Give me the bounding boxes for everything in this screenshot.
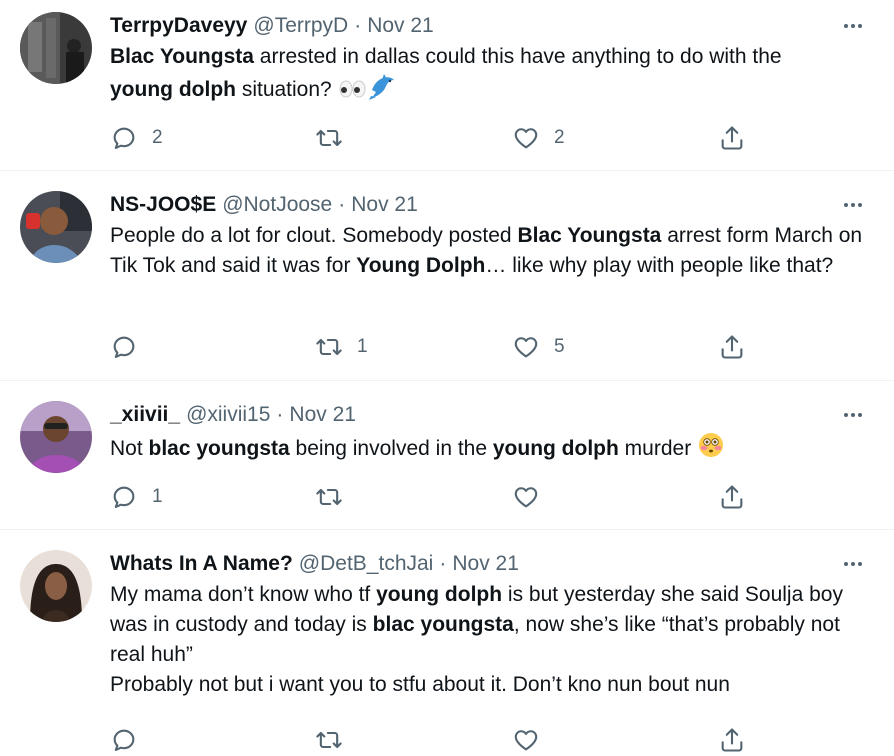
avatar[interactable] [20, 401, 92, 473]
tweet-actions: 2 2 [110, 122, 760, 154]
tweet-text: Not blac youngsta being involved in the … [110, 431, 874, 468]
retweet-icon [316, 338, 342, 356]
dolphin-emoji [368, 72, 398, 109]
tweet-text: People do a lot for clout. Somebody post… [110, 221, 874, 281]
retweet-icon [316, 129, 342, 147]
like-count: 5 [554, 336, 565, 357]
tweet-date[interactable]: Nov 21 [289, 401, 356, 429]
share-button[interactable] [718, 122, 746, 154]
avatar[interactable] [20, 191, 92, 263]
tweet-actions: 1 [110, 481, 760, 513]
user-handle[interactable]: @xiivii15 [186, 401, 270, 429]
reply-button[interactable] [110, 331, 152, 363]
tweet-header: Whats In A Name? @DetB_tchJai · Nov 21 [110, 550, 874, 578]
tweet-date[interactable]: Nov 21 [351, 191, 418, 219]
like-icon [514, 337, 538, 358]
avatar[interactable] [20, 12, 92, 84]
separator-dot: · [276, 403, 284, 426]
text-plain: … like why play with people like that? [485, 254, 834, 277]
display-name[interactable]: Whats In A Name? [110, 550, 293, 578]
avatar[interactable] [20, 550, 92, 622]
user-handle[interactable]: @NotJoose [222, 191, 332, 219]
tweet-actions: 1 5 [110, 331, 760, 363]
tweet-header: NS-JOO$E @NotJoose · Nov 21 [110, 191, 874, 219]
text-plain: People do a lot for clout. Somebody post… [110, 224, 518, 247]
share-button[interactable] [718, 724, 746, 756]
text-plain: being involved in the [289, 437, 493, 460]
share-icon [721, 126, 743, 150]
more-icon[interactable] [838, 401, 868, 429]
user-handle[interactable]: @TerrpyD [253, 12, 348, 40]
reply-icon [113, 336, 135, 358]
display-name[interactable]: TerrpyDaveyy [110, 12, 247, 40]
text-plain: arrested in dallas could this have anyth… [253, 45, 782, 68]
tweet[interactable]: _xiivii_ @xiivii15 · Nov 21 Not blac you… [0, 381, 894, 530]
reply-button[interactable]: 2 [110, 122, 163, 154]
like-icon [514, 730, 538, 751]
separator-dot: · [439, 552, 447, 575]
reply-icon [113, 729, 135, 751]
user-handle[interactable]: @DetB_tchJai [299, 550, 434, 578]
tweet[interactable]: TerrpyDaveyy @TerrpyD · Nov 21 Blac Youn… [0, 0, 894, 171]
share-icon [721, 728, 743, 752]
like-count: 2 [554, 127, 565, 148]
tweet-date[interactable]: Nov 21 [367, 12, 434, 40]
share-button[interactable] [718, 331, 746, 363]
more-icon[interactable] [838, 550, 868, 578]
reply-button[interactable] [110, 724, 138, 756]
separator-dot: · [338, 193, 346, 216]
like-button[interactable]: 2 [512, 122, 565, 154]
eyes-emoji [338, 78, 368, 109]
separator-dot: · [354, 14, 362, 37]
text-plain: My mama don’t know who tf [110, 583, 377, 606]
flushed-emoji [697, 431, 725, 468]
retweet-count: 1 [357, 336, 368, 357]
like-button[interactable] [512, 481, 554, 513]
share-icon [721, 485, 743, 509]
reply-icon [113, 486, 135, 508]
tweet-text: Blac Youngsta arrested in dallas could t… [110, 42, 874, 109]
like-button[interactable]: 5 [512, 331, 565, 363]
retweet-button[interactable] [315, 724, 343, 756]
like-icon [514, 487, 538, 508]
reply-icon [113, 127, 135, 149]
text-bold: blac youngsta [372, 613, 514, 636]
display-name[interactable]: NS-JOO$E [110, 191, 216, 219]
share-icon [721, 335, 743, 359]
tweet-header: TerrpyDaveyy @TerrpyD · Nov 21 [110, 12, 874, 40]
more-icon[interactable] [838, 191, 868, 219]
tweet[interactable]: Whats In A Name? @DetB_tchJai · Nov 21 M… [0, 530, 894, 752]
display-name[interactable]: _xiivii_ [110, 401, 180, 429]
like-icon [514, 128, 538, 149]
reply-count: 2 [152, 127, 163, 148]
text-bold: blac youngsta [148, 437, 290, 460]
text-plain: Probably not but i want you to stfu abou… [110, 673, 730, 696]
like-button[interactable] [512, 724, 540, 756]
retweet-button[interactable]: 1 [315, 331, 368, 363]
tweet-actions [110, 724, 760, 756]
reply-count: 1 [152, 486, 163, 507]
tweet-header: _xiivii_ @xiivii15 · Nov 21 [110, 401, 874, 429]
text-bold: young dolph [376, 583, 503, 606]
retweet-icon [316, 731, 342, 749]
text-bold: Blac Youngsta [110, 45, 254, 68]
more-icon[interactable] [838, 12, 868, 40]
tweet[interactable]: NS-JOO$E @NotJoose · Nov 21 People do a … [0, 171, 894, 381]
text-bold: Young Dolph [356, 254, 486, 277]
retweet-button[interactable] [315, 481, 357, 513]
text-plain: murder [618, 437, 698, 460]
reply-button[interactable]: 1 [110, 481, 163, 513]
retweet-icon [316, 488, 342, 506]
text-bold: young dolph [492, 437, 619, 460]
text-bold: Blac Youngsta [517, 224, 662, 247]
text-plain: situation? [235, 78, 338, 101]
share-button[interactable] [718, 481, 746, 513]
tweet-feed: TerrpyDaveyy @TerrpyD · Nov 21 Blac Youn… [0, 0, 894, 752]
text-bold: young dolph [110, 78, 236, 101]
tweet-text: My mama don’t know who tf young dolph is… [110, 580, 874, 700]
retweet-button[interactable] [315, 122, 357, 154]
text-plain: Not [110, 437, 149, 460]
tweet-date[interactable]: Nov 21 [452, 550, 519, 578]
